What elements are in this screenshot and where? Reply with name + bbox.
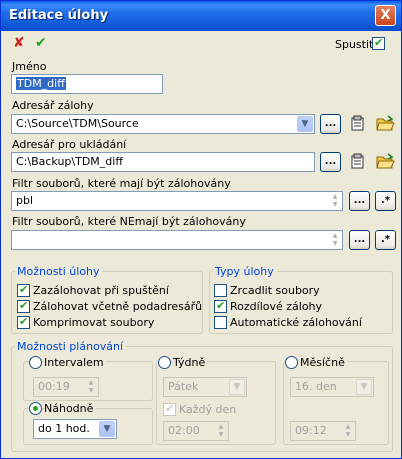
open-folder-icon[interactable]	[375, 152, 395, 172]
intervalem-time-field[interactable]: 00:19 ▲ ▼	[33, 377, 99, 397]
tydne-day-combo[interactable]: Pátek ▼	[163, 377, 247, 397]
mesicne-time-field[interactable]: 09:12 ▲ ▼	[290, 421, 356, 441]
spin-icon: ▲ ▼	[88, 379, 94, 394]
zazalohovat-label: Zazálohovat při spuštění	[33, 284, 169, 297]
typy-ulohy-title: Typy úlohy	[213, 265, 276, 278]
podadresare-checkbox[interactable]	[17, 299, 30, 313]
browse-button[interactable]: ...	[320, 152, 341, 172]
window-title: Editace úlohy	[9, 8, 109, 23]
open-folder-icon[interactable]	[375, 114, 395, 134]
title-bar[interactable]: Editace úlohy X	[1, 1, 401, 31]
nahodne-combo[interactable]: do 1 hod. ▼	[33, 419, 117, 439]
automaticke-label: Automatické zálohování	[230, 316, 362, 329]
moznosti-planovani-title: Možnosti plánování	[15, 340, 126, 353]
chevron-down-icon[interactable]: ▼	[229, 379, 245, 395]
mesicne-day-value: 16. den	[295, 380, 337, 393]
automaticke-checkbox[interactable]	[214, 316, 227, 329]
adresar-zalohy-value: C:\Source\TDM\Source	[16, 117, 139, 130]
nahodne-radio[interactable]	[29, 402, 42, 415]
wildcard-button[interactable]: .*	[375, 191, 396, 211]
jmeno-value: TDM_diff	[16, 77, 66, 90]
properties-icon[interactable]	[349, 114, 369, 134]
spin-icon: ▲ ▼	[345, 423, 351, 438]
zazalohovat-checkbox[interactable]	[17, 283, 30, 297]
mesicne-radio[interactable]	[285, 356, 298, 369]
spin-icon: ▲ ▼	[332, 193, 338, 208]
jmeno-field[interactable]: TDM_diff	[11, 74, 163, 94]
spin-icon: ▲ ▼	[218, 423, 224, 438]
adresar-ukladani-field[interactable]: C:\Backup\TDM_diff	[11, 152, 315, 172]
mesicne-label: Měsíčně	[300, 356, 347, 369]
mesicne-day-combo[interactable]: 16. den ▼	[290, 377, 374, 397]
komprimovat-label: Komprimovat soubory	[33, 316, 155, 329]
browse-button[interactable]: ...	[349, 191, 370, 211]
filtr-nezalohovany-label: Filtr souborů, které NEmají být zálohová…	[12, 215, 246, 228]
adresar-zalohy-combo[interactable]: C:\Source\TDM\Source ▼	[11, 114, 315, 134]
filtr-nezalohovany-field[interactable]: ▲ ▼	[11, 230, 343, 250]
editace-ulohy-window: Editace úlohy X ✘ ✔ Spustit Jméno TDM_di…	[0, 0, 402, 459]
tydne-time-field[interactable]: 02:00 ▲ ▼	[163, 421, 229, 441]
browse-button[interactable]: ...	[320, 114, 341, 134]
nahodne-value: do 1 hod.	[38, 422, 90, 435]
wildcard-button[interactable]: .*	[375, 230, 396, 250]
intervalem-label: Intervalem	[44, 356, 106, 369]
kazdy-den-label: Každý den	[179, 403, 237, 416]
mesicne-time-value: 09:12	[295, 424, 327, 437]
spin-icon: ▲ ▼	[332, 232, 338, 247]
adresar-zalohy-label: Adresář zálohy	[12, 99, 94, 112]
komprimovat-checkbox[interactable]	[17, 315, 30, 329]
tydne-time-value: 02:00	[168, 424, 200, 437]
browse-button[interactable]: ...	[349, 230, 370, 250]
zrcadlit-label: Zrcadlit soubory	[230, 284, 320, 297]
intervalem-radio[interactable]	[29, 356, 42, 369]
chevron-down-icon[interactable]: ▼	[297, 116, 313, 132]
confirm-icon[interactable]: ✔	[35, 35, 47, 51]
chevron-down-icon[interactable]: ▼	[99, 421, 115, 437]
close-button[interactable]: X	[375, 5, 396, 26]
properties-icon[interactable]	[349, 152, 369, 172]
zrcadlit-checkbox[interactable]	[214, 284, 227, 297]
jmeno-label: Jméno	[12, 60, 47, 73]
tydne-radio[interactable]	[158, 356, 171, 369]
filtr-zalohovany-label: Filtr souborů, které mají být zálohovány	[12, 177, 231, 190]
adresar-ukladani-value: C:\Backup\TDM_diff	[16, 155, 123, 168]
spustit-checkbox[interactable]	[372, 36, 385, 50]
rozdilove-checkbox[interactable]	[214, 299, 227, 313]
cancel-icon[interactable]: ✘	[13, 35, 25, 51]
filtr-zalohovany-field[interactable]: pbl ▲ ▼	[11, 191, 343, 211]
tydne-label: Týdně	[173, 356, 208, 369]
tydne-day-value: Pátek	[168, 380, 199, 393]
intervalem-time-value: 00:19	[38, 380, 70, 393]
moznosti-ulohy-title: Možnosti úlohy	[15, 265, 102, 278]
chevron-down-icon[interactable]: ▼	[356, 379, 372, 395]
kazdy-den-checkbox[interactable]	[163, 402, 176, 416]
nahodne-label: Náhodně	[44, 402, 96, 415]
filtr-zalohovany-value: pbl	[16, 194, 34, 207]
adresar-ukladani-label: Adresář pro ukládání	[12, 138, 127, 151]
spustit-label: Spustit	[335, 38, 374, 51]
podadresare-label: Zálohovat včetně podadresářů	[33, 300, 203, 313]
rozdilove-label: Rozdílové zálohy	[230, 300, 323, 313]
